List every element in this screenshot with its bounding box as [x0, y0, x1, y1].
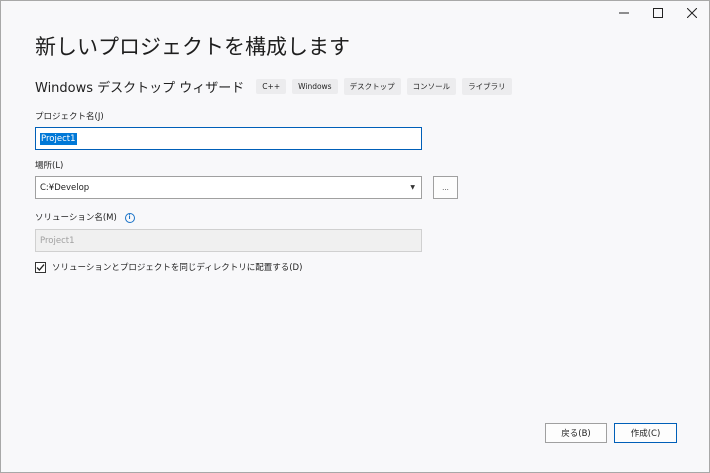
project-name-input[interactable]: Project1: [35, 127, 422, 150]
titlebar-controls: [607, 1, 709, 25]
checkmark-icon: [36, 263, 45, 271]
same-directory-row[interactable]: ソリューションとプロジェクトを同じディレクトリに配置する(D): [35, 261, 302, 273]
solution-name-label: ソリューション名(M): [35, 213, 117, 223]
dialog-window: 新しいプロジェクトを構成します Windows デスクトップ ウィザード C++…: [0, 0, 710, 473]
wizard-header: Windows デスクトップ ウィザード C++ Windows デスクトップ …: [35, 77, 518, 96]
same-directory-label: ソリューションとプロジェクトを同じディレクトリに配置する(D): [52, 263, 303, 273]
maximize-icon[interactable]: [641, 1, 675, 25]
back-button[interactable]: 戻る(B): [545, 423, 607, 443]
browse-button[interactable]: ...: [433, 176, 458, 199]
location-value: C:¥Develop: [40, 182, 90, 193]
close-icon[interactable]: [675, 1, 709, 25]
solution-name-label-row: ソリューション名(M) i: [35, 211, 135, 223]
info-icon[interactable]: i: [124, 212, 135, 223]
project-name-value: Project1: [40, 132, 77, 145]
project-name-label: プロジェクト名(J): [35, 112, 104, 122]
tag-cpp: C++: [256, 79, 287, 94]
tag-desktop: デスクトップ: [343, 78, 401, 95]
same-directory-checkbox[interactable]: [35, 261, 46, 273]
location-label: 場所(L): [35, 161, 64, 171]
location-combobox[interactable]: C:¥Develop ▼: [35, 176, 422, 199]
tag-windows: Windows: [292, 79, 338, 94]
create-button[interactable]: 作成(C): [614, 423, 677, 443]
tag-console: コンソール: [406, 78, 457, 95]
wizard-title: Windows デスクトップ ウィザード: [35, 81, 245, 96]
tag-library: ライブラリ: [462, 78, 512, 95]
minimize-icon[interactable]: [607, 1, 641, 25]
solution-name-input: Project1: [35, 229, 422, 252]
chevron-down-icon[interactable]: ▼: [410, 184, 415, 191]
solution-name-placeholder: Project1: [40, 235, 75, 246]
page-title: 新しいプロジェクトを構成します: [35, 35, 350, 59]
